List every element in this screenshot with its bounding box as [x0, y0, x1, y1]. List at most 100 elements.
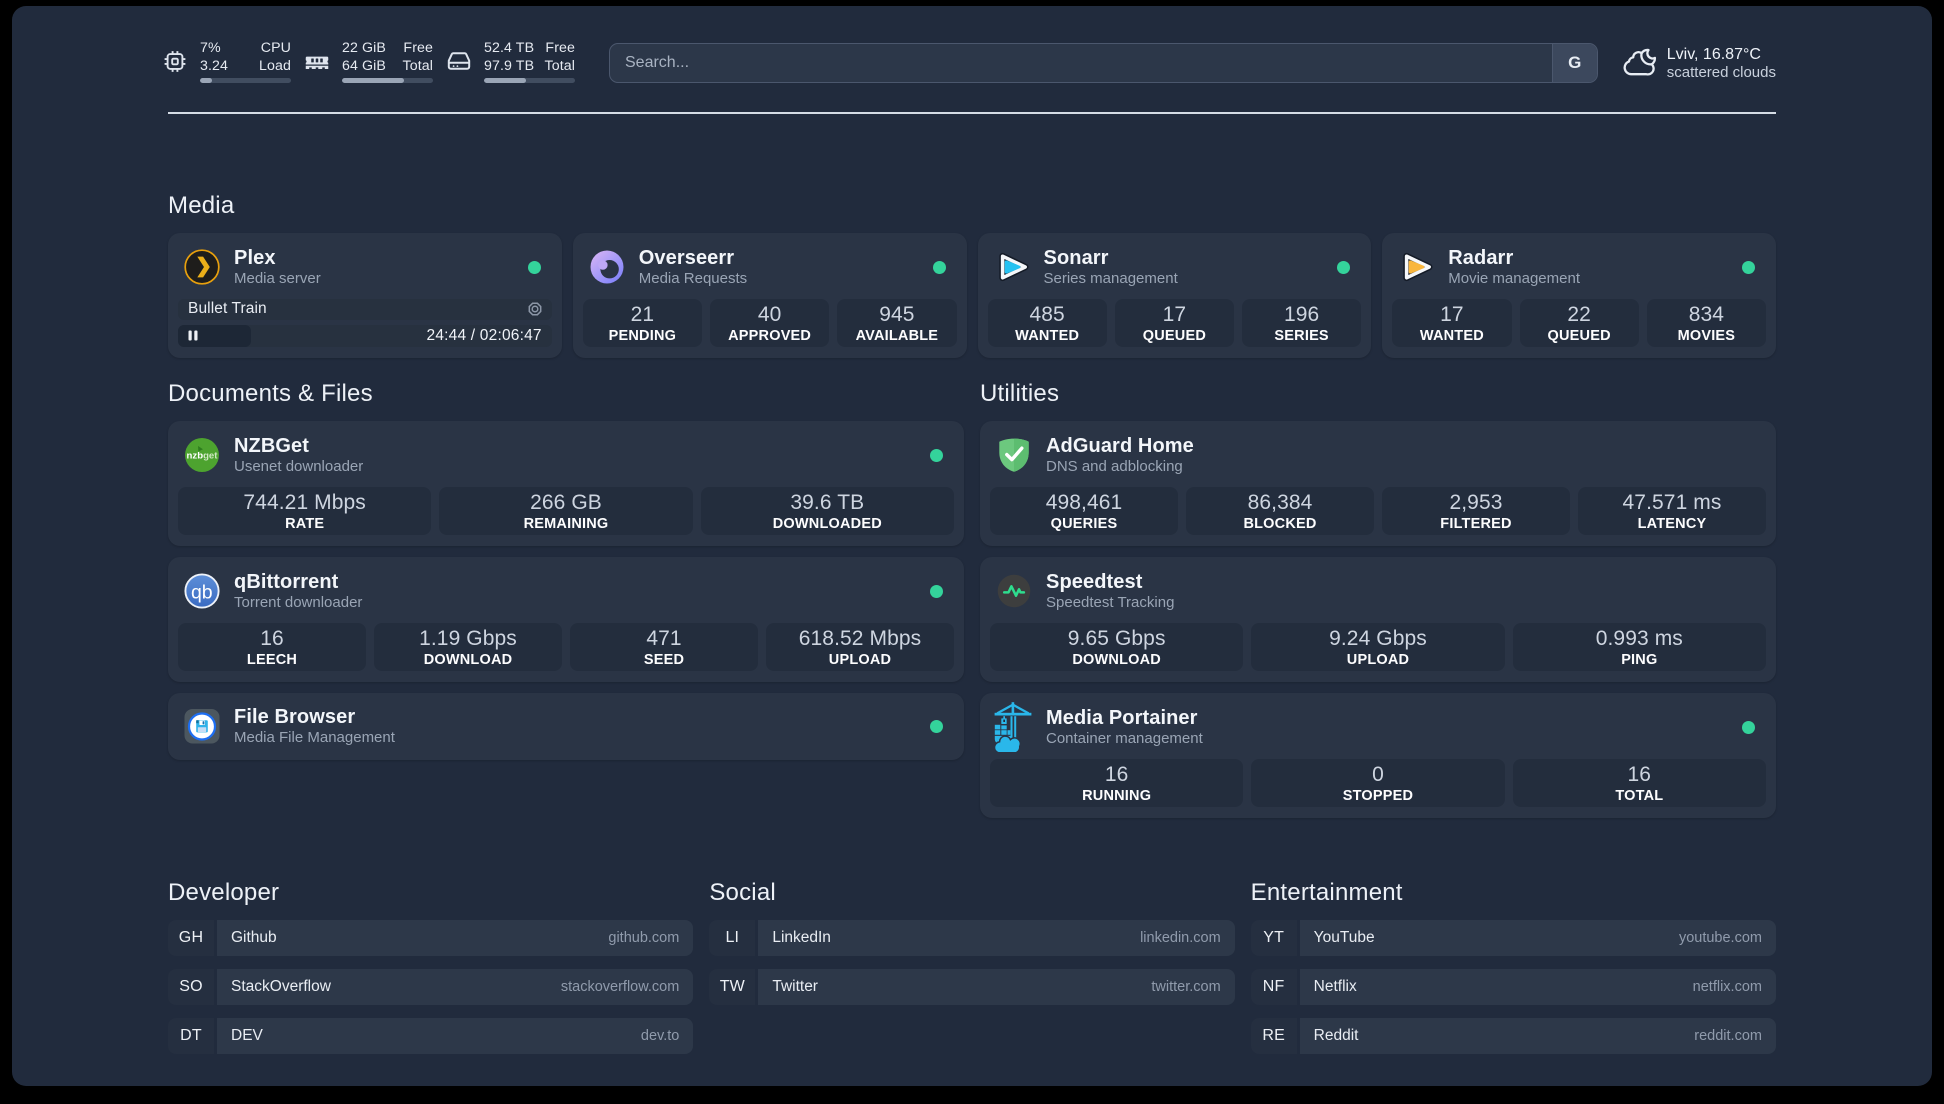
- service-title: AdGuard Home: [1046, 434, 1194, 457]
- stat-label: DOWNLOAD: [423, 651, 513, 668]
- stat-value: 9.24 Gbps: [1329, 626, 1427, 650]
- stat-label: QUERIES: [1050, 515, 1118, 532]
- service-title: Overseerr: [638, 246, 735, 269]
- search-provider-button[interactable]: G: [1551, 44, 1597, 82]
- stat-label: STOPPED: [1342, 787, 1414, 804]
- stat-block: 834 MOVIES: [1646, 298, 1766, 347]
- bookmark-github[interactable]: GH Github github.com: [168, 919, 694, 956]
- stat-block: 1.19 Gbps DOWNLOAD: [374, 622, 562, 671]
- stat-block: 9.24 Gbps UPLOAD: [1251, 622, 1505, 671]
- bookmark-name: StackOverflow: [231, 977, 331, 995]
- service-card-qbittorrent[interactable]: qb qBittorrent Torrent downloader 16 LEE…: [168, 556, 964, 682]
- filebrowser-logo-icon: [184, 708, 220, 744]
- stat-block: 196 SERIES: [1242, 298, 1362, 347]
- bookmark-linkedin[interactable]: LI LinkedIn linkedin.com: [709, 919, 1235, 956]
- stat-value: 485: [1029, 302, 1065, 326]
- service-card-plex[interactable]: Plex Media server Bullet Train 24:44 / 0…: [168, 232, 562, 358]
- bookmark-url: youtube.com: [1678, 929, 1762, 946]
- disk-total-label: Total: [544, 58, 575, 75]
- service-subtitle: Media File Management: [234, 728, 395, 746]
- cpu-label: CPU: [260, 40, 291, 57]
- stat-block: 16 LEECH: [178, 622, 366, 671]
- weather-widget[interactable]: Lviv, 16.87°C scattered clouds: [1623, 45, 1776, 82]
- stat-value: 47.571 ms: [1622, 490, 1722, 514]
- bookmark-group-developer: Developer GH Github github.com SO StackO…: [168, 878, 694, 1054]
- service-title: NZBGet: [234, 434, 310, 457]
- status-dot-online: [930, 448, 943, 462]
- playback-bar[interactable]: 24:44 / 02:06:47: [178, 325, 552, 347]
- media-type-icon: [528, 302, 542, 316]
- nzbget-logo-icon: nzbget: [184, 437, 220, 473]
- service-card-speedtest[interactable]: Speedtest Speedtest Tracking 9.65 Gbps D…: [980, 556, 1776, 682]
- stat-block: 744.21 Mbps RATE: [178, 486, 432, 535]
- service-card-nzbget[interactable]: nzbget NZBGet Usenet downloader 744.21 M…: [168, 420, 964, 546]
- bookmark-abbr: YT: [1250, 919, 1297, 956]
- stat-block: 40 APPROVED: [710, 298, 830, 347]
- stat-value: 16: [1104, 762, 1129, 786]
- search-bar: G: [609, 43, 1598, 83]
- bookmark-reddit[interactable]: RE Reddit reddit.com: [1250, 1017, 1776, 1054]
- bookmark-url: dev.to: [640, 1027, 680, 1044]
- stat-block: 0 STOPPED: [1251, 758, 1505, 807]
- bookmark-youtube[interactable]: YT YouTube youtube.com: [1250, 919, 1776, 956]
- playback-time: 24:44 / 02:06:47: [426, 326, 542, 344]
- service-subtitle: Media server: [234, 269, 321, 287]
- service-subtitle: Movie management: [1448, 269, 1580, 287]
- stat-value: 17: [1440, 302, 1464, 326]
- search-input[interactable]: [610, 44, 1552, 82]
- stat-label: PENDING: [608, 327, 677, 344]
- stat-block: 0.993 ms PING: [1512, 622, 1766, 671]
- service-subtitle: Speedtest Tracking: [1046, 593, 1175, 611]
- bookmark-dev[interactable]: DT DEV dev.to: [168, 1017, 694, 1054]
- service-card-sonarr[interactable]: Sonarr Series management 485 WANTED 17 Q…: [977, 232, 1372, 358]
- portainer-logo-icon: [994, 702, 1032, 753]
- header-divider: [168, 112, 1776, 114]
- stat-value: 17: [1162, 302, 1187, 326]
- service-card-overseerr[interactable]: Overseerr Media Requests 21 PENDING 40 A…: [572, 232, 967, 358]
- cloud-moon-icon: [1623, 48, 1657, 78]
- pause-icon: [188, 330, 198, 341]
- service-card-adguard[interactable]: AdGuard Home DNS and adblocking 498,461 …: [980, 420, 1776, 546]
- stat-label: WANTED: [1419, 327, 1484, 344]
- stat-label: RUNNING: [1082, 787, 1152, 804]
- radarr-logo-icon: [1398, 249, 1434, 285]
- status-dot-online: [930, 584, 943, 598]
- service-subtitle: Container management: [1046, 729, 1203, 747]
- bookmark-netflix[interactable]: NF Netflix netflix.com: [1250, 968, 1776, 1005]
- stat-block: 47.571 ms LATENCY: [1578, 486, 1766, 535]
- bookmark-abbr: SO: [168, 968, 214, 1005]
- status-dot-online: [932, 260, 946, 274]
- bookmark-name: DEV: [231, 1026, 263, 1044]
- stat-label: FILTERED: [1440, 515, 1512, 532]
- stat-block: 17 QUEUED: [1114, 298, 1234, 347]
- cpu-progress-bar: [200, 78, 291, 83]
- section-title-media: Media: [168, 191, 235, 219]
- adguard-logo-icon: [996, 437, 1032, 473]
- bookmark-abbr: DT: [168, 1017, 214, 1054]
- bookmark-stackoverflow[interactable]: SO StackOverflow stackoverflow.com: [168, 968, 694, 1005]
- stat-label: SERIES: [1274, 327, 1329, 344]
- weather-condition: scattered clouds: [1666, 63, 1776, 81]
- bookmark-twitter[interactable]: TW Twitter twitter.com: [709, 968, 1235, 1005]
- disk-free-value: 52.4 TB: [484, 40, 535, 57]
- stat-block: 2,953 FILTERED: [1382, 486, 1570, 535]
- stat-value: 1.19 Gbps: [419, 626, 517, 650]
- stat-label: REMAINING: [523, 515, 609, 532]
- service-card-radarr[interactable]: Radarr Movie management 17 WANTED 22 QUE…: [1382, 232, 1776, 358]
- bookmark-name: LinkedIn: [772, 928, 831, 946]
- stat-block: 22 QUEUED: [1519, 298, 1639, 347]
- stat-label: PING: [1621, 651, 1658, 668]
- stat-label: APPROVED: [728, 327, 812, 344]
- service-card-portainer[interactable]: Media Portainer Container management 16 …: [980, 692, 1776, 818]
- svg-text:nzbget: nzbget: [187, 451, 219, 462]
- service-subtitle: Series management: [1043, 269, 1178, 287]
- stat-value: 40: [757, 302, 782, 326]
- bookmark-url: linkedin.com: [1140, 929, 1221, 946]
- section-title-documents: Documents & Files: [168, 379, 373, 407]
- memory-free-label: Free: [403, 40, 433, 57]
- memory-progress-bar: [342, 78, 433, 83]
- service-card-filebrowser[interactable]: File Browser Media File Management: [168, 692, 964, 760]
- stat-label: QUEUED: [1547, 327, 1611, 344]
- bookmark-name: Netflix: [1313, 977, 1357, 995]
- stat-label: MOVIES: [1677, 327, 1736, 344]
